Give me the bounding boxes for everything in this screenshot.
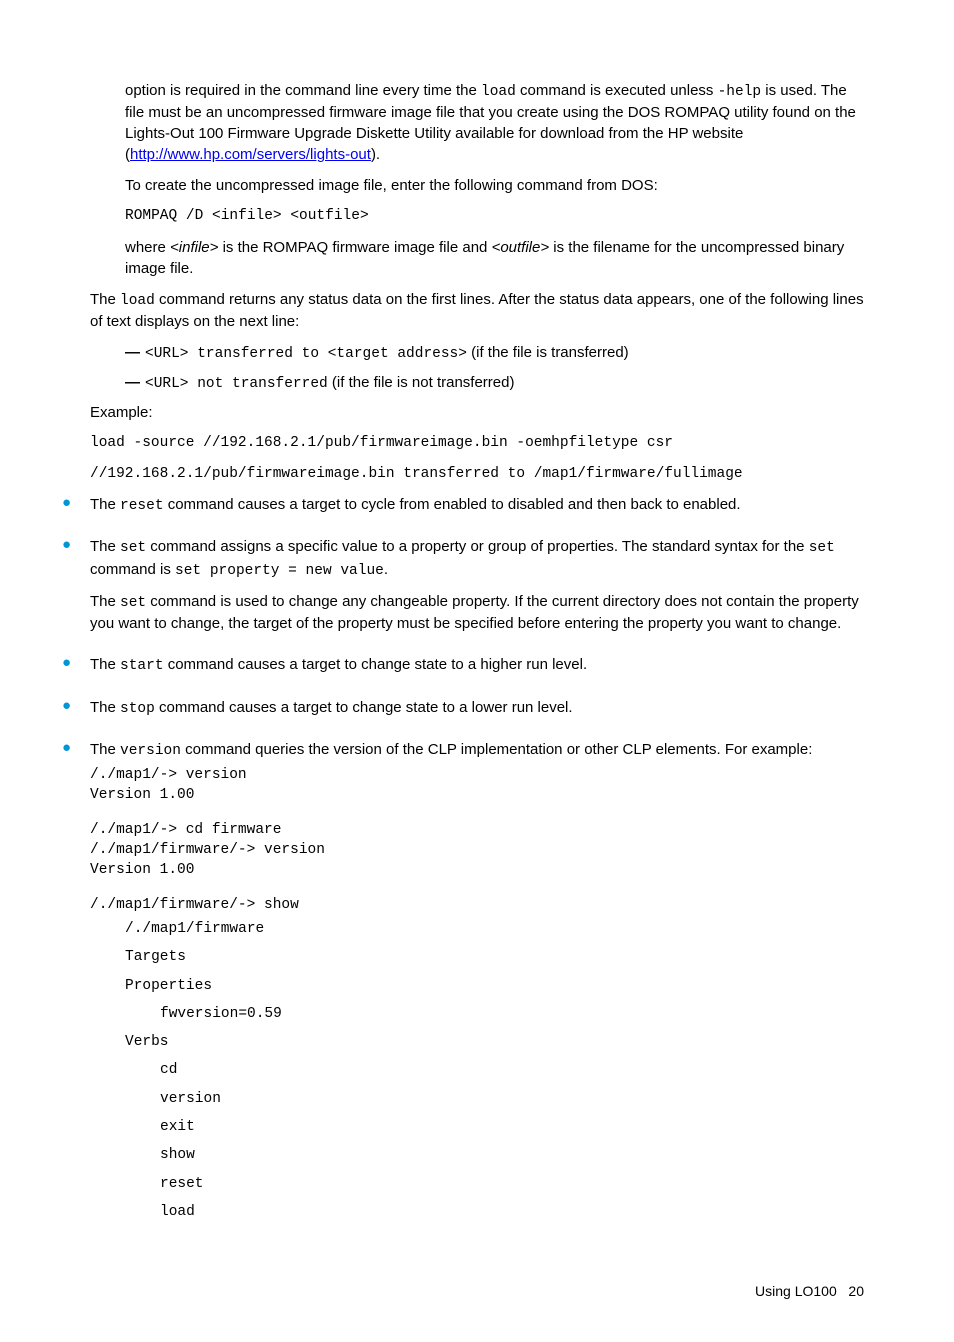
text: (if the file is transferred): [467, 344, 629, 361]
paragraph-option: option is required in the command line e…: [125, 80, 864, 165]
text: option is required in the command line e…: [125, 82, 481, 99]
dash-icon: —: [125, 342, 145, 363]
text: (if the file is not transferred): [328, 374, 515, 391]
bullet-icon: ●: [62, 536, 90, 554]
code-block-version1: /./map1/-> version Version 1.00: [90, 765, 864, 806]
code-load: load: [481, 84, 516, 100]
code-reset: reset: [120, 498, 164, 514]
page-footer: Using LO100 20: [90, 1282, 864, 1302]
code-block-version2: /./map1/-> cd firmware /./map1/firmware/…: [90, 820, 864, 881]
dash-item-transferred: —<URL> transferred to <target address> (…: [125, 342, 864, 364]
text: command is: [90, 561, 175, 578]
code-line: /./map1/firmware: [90, 919, 864, 939]
text: The: [90, 593, 120, 610]
text: ).: [371, 146, 380, 163]
code-line: exit: [90, 1117, 864, 1137]
bullet-version: ● The version command queries the versio…: [90, 739, 864, 1222]
code-line: cd: [90, 1060, 864, 1080]
code-load: load: [120, 293, 155, 309]
code-line: Properties: [90, 976, 864, 996]
dash-icon: —: [125, 372, 145, 393]
bullet-stop: ● The stop command causes a target to ch…: [90, 697, 864, 729]
bullet-icon: ●: [62, 739, 90, 757]
code-line: fwversion=0.59: [90, 1004, 864, 1024]
code-rompaq: ROMPAQ /D <infile> <outfile>: [125, 206, 864, 226]
code-line: Targets: [90, 947, 864, 967]
code-line: version: [90, 1089, 864, 1109]
text: The: [90, 291, 120, 308]
code-example-load: load -source //192.168.2.1/pub/firmwarei…: [90, 433, 864, 453]
code-line: reset: [90, 1174, 864, 1194]
bullet-start: ● The start command causes a target to c…: [90, 654, 864, 686]
text: command returns any status data on the f…: [90, 291, 864, 330]
link-hp-website[interactable]: http://www.hp.com/servers/lights-out: [130, 146, 371, 163]
paragraph-create-image: To create the uncompressed image file, e…: [125, 175, 864, 196]
text: command causes a target to change state …: [155, 699, 573, 716]
bullet-reset: ● The reset command causes a target to c…: [90, 494, 864, 526]
code-set-property: set property = new value: [175, 563, 384, 579]
code-line: Verbs: [90, 1032, 864, 1052]
bullet-icon: ●: [62, 697, 90, 715]
italic-infile: <infile>: [170, 239, 218, 256]
dash-item-not-transferred: —<URL> not transferred (if the file is n…: [125, 372, 864, 394]
text: command assigns a specific value to a pr…: [146, 538, 809, 555]
text: command causes a target to cycle from en…: [164, 496, 741, 513]
code-line: show: [90, 1145, 864, 1165]
code-start: start: [120, 658, 164, 674]
text: command queries the version of the CLP i…: [181, 741, 812, 758]
code-set: set: [809, 540, 835, 556]
text: command is executed unless: [516, 82, 718, 99]
code-stop: stop: [120, 701, 155, 717]
text: command is used to change any changeable…: [90, 593, 859, 632]
paragraph-where: where <infile> is the ROMPAQ firmware im…: [125, 237, 864, 279]
code-example-result: //192.168.2.1/pub/firmwareimage.bin tran…: [90, 464, 864, 484]
code-transferred: <URL> transferred to <target address>: [145, 346, 467, 362]
page-number: 20: [848, 1283, 864, 1299]
code-help: -help: [718, 84, 762, 100]
italic-outfile: <outfile>: [492, 239, 550, 256]
text: The: [90, 699, 120, 716]
footer-title: Using LO100: [755, 1283, 837, 1299]
text: .: [384, 561, 388, 578]
text: The: [90, 656, 120, 673]
code-set: set: [120, 540, 146, 556]
text: is the ROMPAQ firmware image file and: [218, 239, 491, 256]
text: where: [125, 239, 170, 256]
code-block-show: /./map1/firmware/-> show: [90, 895, 864, 915]
bullet-icon: ●: [62, 654, 90, 672]
example-label: Example:: [90, 402, 864, 423]
text: The: [90, 538, 120, 555]
code-line: load: [90, 1202, 864, 1222]
code-not-transferred: <URL> not transferred: [145, 376, 328, 392]
text: command causes a target to change state …: [164, 656, 588, 673]
text: The: [90, 741, 120, 758]
paragraph-load-returns: The load command returns any status data…: [90, 289, 864, 332]
code-set: set: [120, 595, 146, 611]
bullet-icon: ●: [62, 494, 90, 512]
bullet-set: ● The set command assigns a specific val…: [90, 536, 864, 644]
code-version: version: [120, 743, 181, 759]
text: The: [90, 496, 120, 513]
